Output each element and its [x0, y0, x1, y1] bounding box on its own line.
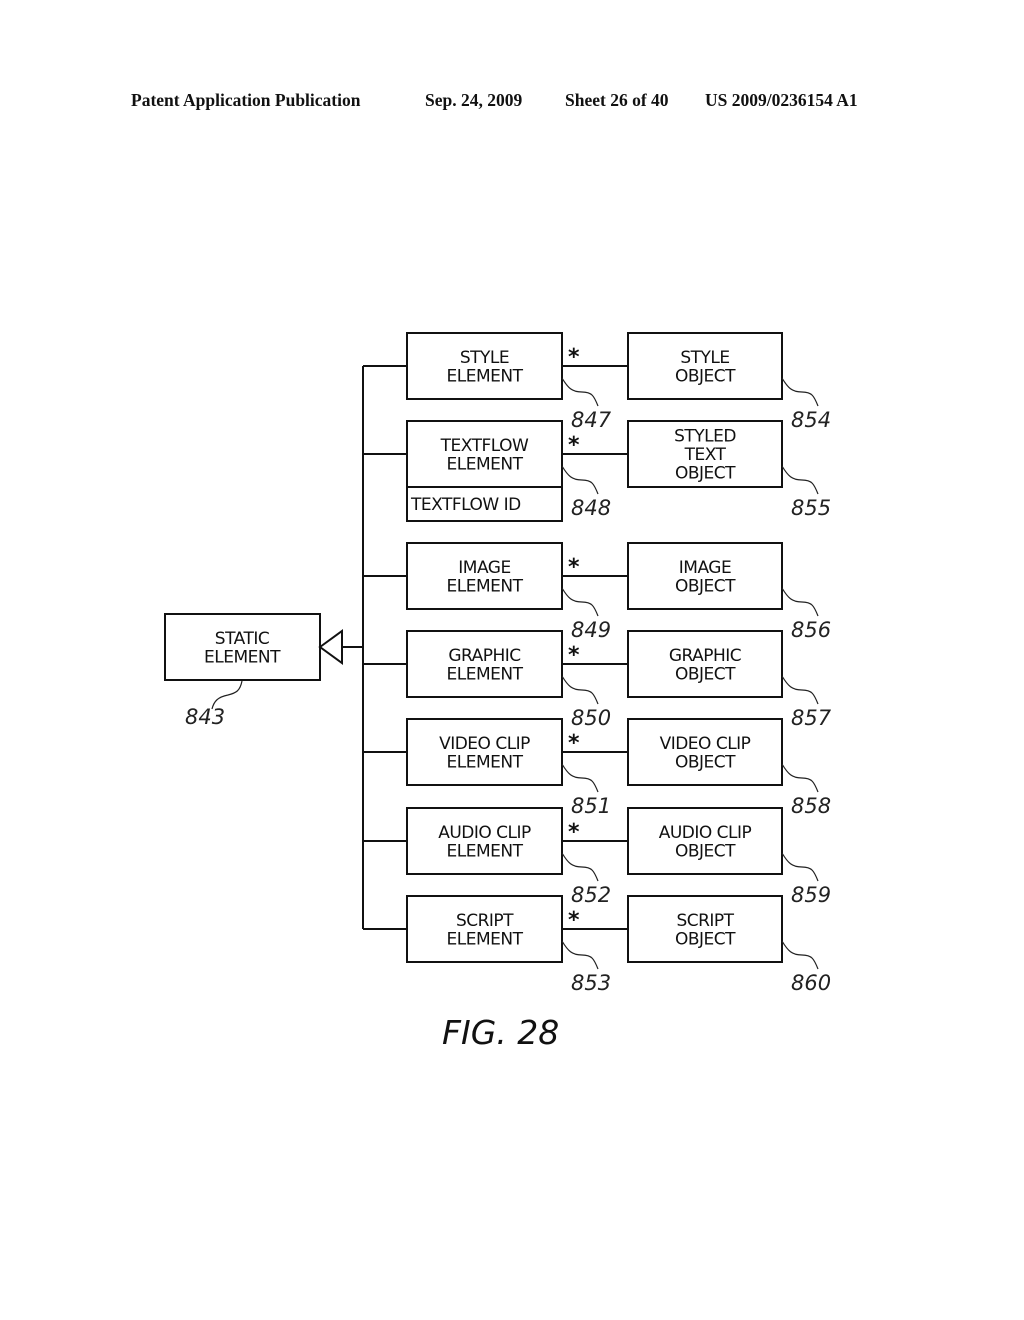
object-858-leader — [781, 763, 819, 793]
multiplicity-star: * — [568, 820, 580, 845]
multiplicity-star: * — [568, 643, 580, 668]
generalization-arrow-icon — [318, 629, 343, 665]
element-848-attribute: TEXTFLOW ID — [410, 495, 521, 515]
element-853-ref-number: 853 — [571, 971, 611, 995]
multiplicity-star: * — [568, 345, 580, 370]
element-852-ref-number: 852 — [571, 883, 611, 907]
object-860-line: OBJECT — [675, 929, 736, 949]
multiplicity-star: * — [568, 908, 580, 933]
element-850-ref-number: 850 — [571, 706, 611, 730]
object-854-line: STYLE — [680, 348, 729, 368]
element-851-leader — [561, 763, 599, 793]
element-850-line: ELEMENT — [447, 664, 524, 684]
element-852-line: AUDIO CLIP — [438, 823, 531, 843]
object-856-ref-number: 856 — [791, 618, 831, 642]
multiplicity-star: * — [568, 731, 580, 756]
element-848-ref-number: 848 — [571, 496, 611, 520]
element-847-line: STYLE — [460, 348, 509, 368]
object-855-line: STYLED — [674, 427, 736, 447]
object-860-leader — [781, 940, 819, 970]
object-855-line: TEXT — [684, 445, 727, 465]
element-847-line: ELEMENT — [447, 366, 524, 386]
element-852-line: ELEMENT — [447, 841, 524, 861]
object-854-ref-number: 854 — [791, 408, 831, 432]
multiplicity-star: * — [568, 555, 580, 580]
static-element-ref-number: 843 — [185, 705, 225, 729]
object-857-leader — [781, 675, 819, 705]
object-859-line: AUDIO CLIP — [659, 823, 752, 843]
object-855-ref-number: 855 — [791, 496, 831, 520]
object-859-ref-number: 859 — [791, 883, 831, 907]
element-853-line: ELEMENT — [447, 929, 524, 949]
element-850-line: GRAPHIC — [448, 646, 520, 666]
element-848-line: TEXTFLOW — [440, 436, 529, 456]
object-858-line: OBJECT — [675, 752, 736, 772]
object-856-leader — [781, 587, 819, 617]
object-855-line: OBJECT — [675, 464, 736, 484]
element-849-ref-number: 849 — [571, 618, 611, 642]
element-853-line: SCRIPT — [456, 911, 514, 931]
static-element-line: STATIC — [215, 629, 269, 649]
object-857-ref-number: 857 — [791, 706, 832, 730]
object-854-leader — [781, 377, 819, 407]
figure-label: FIG. 28 — [442, 1013, 559, 1052]
element-847-ref-number: 847 — [571, 408, 612, 432]
static-element-line: ELEMENT — [204, 647, 281, 667]
element-847-leader — [561, 377, 599, 407]
object-858-ref-number: 858 — [791, 794, 831, 818]
multiplicity-star: * — [568, 433, 580, 458]
element-852-leader — [561, 852, 599, 882]
element-851-line: ELEMENT — [447, 752, 524, 772]
element-851-line: VIDEO CLIP — [439, 734, 530, 754]
element-853-leader — [561, 940, 599, 970]
class-diagram: STATICELEMENT843STYLEELEMENT* STYLEOBJECT… — [164, 332, 832, 1052]
object-860-ref-number: 860 — [791, 971, 831, 995]
object-859-leader — [781, 852, 819, 882]
element-851-ref-number: 851 — [571, 794, 611, 818]
element-848-line: ELEMENT — [447, 454, 524, 474]
element-850-leader — [561, 675, 599, 705]
object-858-line: VIDEO CLIP — [660, 734, 751, 754]
object-859-line: OBJECT — [675, 841, 736, 861]
element-848-leader — [561, 465, 599, 495]
object-856-line: IMAGE — [679, 558, 731, 578]
object-854-line: OBJECT — [675, 366, 736, 386]
object-856-line: OBJECT — [675, 576, 736, 596]
element-849-leader — [561, 587, 599, 617]
object-855-leader — [781, 465, 819, 495]
element-849-line: IMAGE — [458, 558, 510, 578]
object-860-line: SCRIPT — [676, 911, 734, 931]
object-857-line: GRAPHIC — [669, 646, 741, 666]
object-857-line: OBJECT — [675, 664, 736, 684]
element-849-line: ELEMENT — [447, 576, 524, 596]
